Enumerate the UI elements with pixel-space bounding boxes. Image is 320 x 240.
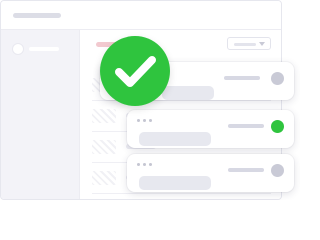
title-placeholder	[13, 13, 61, 18]
card-meta-placeholder	[224, 76, 260, 80]
filter-dropdown[interactable]	[227, 37, 271, 50]
table-row	[92, 194, 271, 199]
success-badge	[100, 36, 170, 106]
list-item-card[interactable]	[127, 154, 294, 192]
card-meta-placeholder	[228, 168, 264, 172]
table-cell-placeholder	[92, 171, 116, 185]
checkmark-icon	[100, 36, 170, 106]
chevron-down-icon	[259, 41, 265, 46]
status-indicator	[271, 120, 284, 133]
sidebar-item-icon	[13, 44, 23, 54]
table-cell-placeholder	[92, 109, 116, 123]
status-indicator	[271, 72, 284, 85]
card-meta-placeholder	[228, 124, 264, 128]
list-item-card[interactable]	[127, 110, 294, 148]
table-cell-placeholder	[92, 140, 116, 154]
card-content-placeholder	[139, 132, 211, 146]
more-options-icon[interactable]	[137, 119, 152, 122]
more-options-icon[interactable]	[137, 163, 152, 166]
dropdown-value-placeholder	[234, 43, 256, 46]
status-indicator	[271, 164, 284, 177]
sidebar-item[interactable]	[13, 44, 59, 54]
title-bar	[1, 1, 281, 30]
sidebar-item-label-placeholder	[29, 47, 59, 51]
stage	[0, 0, 300, 200]
card-content-placeholder	[139, 176, 211, 190]
sidebar	[1, 30, 80, 199]
